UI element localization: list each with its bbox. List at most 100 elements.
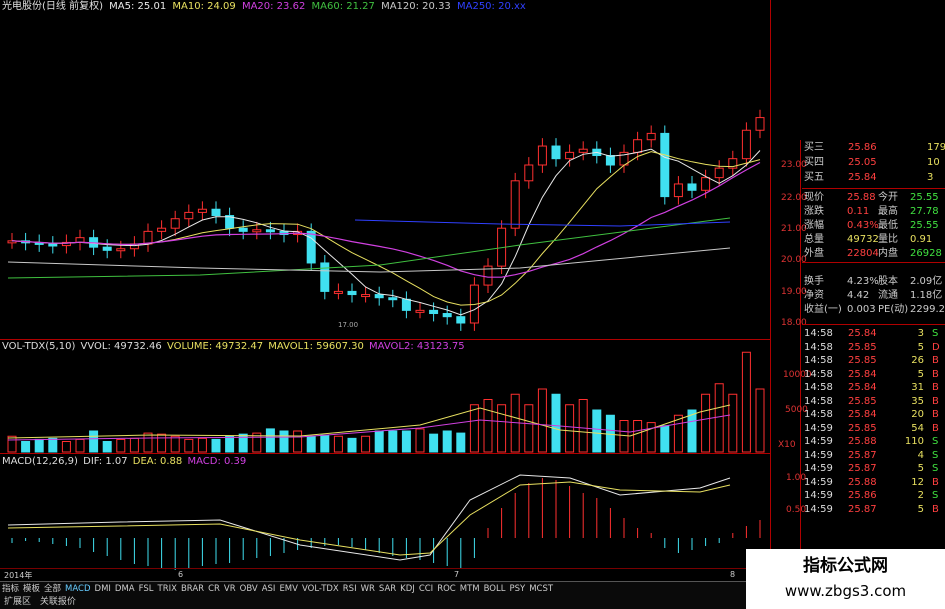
order-book-row[interactable]: 买四 25.05 10 (802, 156, 945, 170)
candle (170, 218, 180, 229)
volume-bar (714, 383, 724, 453)
indicator-tab[interactable]: OBV (238, 582, 260, 596)
candle (565, 151, 575, 160)
tick-row[interactable]: 14:59 25.88 110 S (802, 435, 945, 448)
indicator-tab[interactable]: CCI (417, 582, 435, 596)
volume-bar (238, 433, 248, 453)
quote-row: 总量 49732 量比 0.91 (802, 233, 945, 247)
indicator-tab[interactable]: CR (206, 582, 222, 596)
tick-price: 25.87 (848, 463, 877, 474)
indicator-tab[interactable]: ASI (260, 582, 278, 596)
volume-indicator-name[interactable]: VOL-TDX(5,10) (2, 341, 75, 352)
kline-chart[interactable] (0, 0, 800, 581)
tick-volume: 5 (917, 463, 924, 474)
tick-side: B (932, 368, 939, 380)
volume-bar (687, 409, 697, 453)
candle (184, 211, 194, 220)
quote-value: 25.55 (910, 192, 939, 203)
tick-price: 25.85 (848, 355, 877, 366)
tick-row[interactable]: 14:59 25.87 5 S (802, 462, 945, 475)
tick-row[interactable]: 14:59 25.86 2 S (802, 489, 945, 502)
tick-time: 14:59 (804, 449, 833, 461)
candle (755, 117, 765, 131)
tick-row[interactable]: 14:58 25.85 5 D (802, 341, 945, 354)
volume-bar (361, 435, 371, 453)
tick-time: 14:58 (804, 341, 833, 353)
volume-bar (306, 435, 316, 453)
volume-bar (170, 435, 180, 453)
candle (646, 132, 656, 141)
indicator-tab[interactable]: MACD (63, 582, 92, 596)
tick-volume: 20 (911, 409, 924, 420)
tick-side: D (932, 341, 940, 353)
quote-row: 涨跌 0.11 最高 27.78 (802, 205, 945, 219)
quote-label: PE(动) (878, 304, 909, 315)
tick-row[interactable]: 14:59 25.87 5 B (802, 503, 945, 516)
tick-row[interactable]: 14:59 25.87 4 S (802, 449, 945, 462)
tab-related-quote[interactable]: 关联报价 (40, 597, 76, 607)
tick-row[interactable]: 14:58 25.84 20 B (802, 408, 945, 421)
indicator-tab[interactable]: RSI (341, 582, 359, 596)
volume-bar (741, 351, 751, 453)
volume-bar (728, 393, 738, 453)
indicator-tab[interactable]: BRAR (179, 582, 206, 596)
tick-row[interactable]: 14:58 25.84 3 S (802, 327, 945, 340)
indicator-tab[interactable]: KDJ (398, 582, 417, 596)
volume-bar (293, 430, 303, 453)
candle (633, 139, 643, 153)
tick-row[interactable]: 14:58 25.85 35 B (802, 395, 945, 408)
tick-row[interactable]: 14:59 25.88 12 B (802, 476, 945, 489)
ma20-line (11, 161, 761, 278)
indicator-tab[interactable]: ROC (435, 582, 458, 596)
indicator-tab[interactable]: EMV (277, 582, 300, 596)
candle (442, 313, 452, 318)
volume-bar (225, 435, 235, 453)
volume-bar (524, 404, 534, 453)
tick-price: 25.84 (848, 368, 877, 380)
indicator-tab[interactable]: 全部 (42, 582, 63, 596)
indicator-tab[interactable]: 指标 (0, 582, 21, 596)
tick-volume: 110 (904, 436, 924, 447)
indicator-tab[interactable]: DMI (93, 582, 113, 596)
tick-row[interactable]: 14:58 25.84 31 B (802, 381, 945, 394)
indicator-tab[interactable]: SAR (377, 582, 398, 596)
indicator-tab[interactable]: PSY (507, 582, 527, 596)
indicator-tab[interactable]: WR (359, 582, 377, 596)
quote-row: 外盘 22804 内盘 26928 (802, 247, 945, 261)
tick-volume: 5 (917, 368, 924, 380)
indicator-tab[interactable]: 模板 (21, 582, 42, 596)
indicator-tab[interactable]: MTM (458, 582, 482, 596)
indicator-tab[interactable]: DMA (113, 582, 137, 596)
tab-extension[interactable]: 扩展区 (4, 597, 31, 607)
quote-value: 27.78 (910, 206, 939, 217)
quote-row: 收益(一) 0.003 PE(动) 2299.2 (802, 303, 945, 317)
tick-row[interactable]: 14:59 25.85 54 B (802, 422, 945, 435)
tick-side: B (932, 476, 939, 488)
indicator-tab[interactable]: VR (222, 582, 238, 596)
month-label: 8 (730, 570, 736, 579)
candle (333, 290, 343, 294)
macd-indicator-name[interactable]: MACD(12,26,9) (2, 456, 78, 467)
tick-row[interactable]: 14:58 25.84 5 B (802, 368, 945, 381)
quote-row: 现价 25.88 今开 25.55 (802, 191, 945, 205)
indicator-tab[interactable]: MCST (527, 582, 555, 596)
candle (673, 183, 683, 198)
indicator-tab[interactable]: BOLL (482, 582, 508, 596)
order-book-row[interactable]: 买三 25.86 179 (802, 141, 945, 155)
tick-time: 14:59 (804, 422, 833, 434)
candle (361, 294, 371, 298)
indicator-tab[interactable]: VOL-TDX (300, 582, 341, 596)
tick-row[interactable]: 14:58 25.85 26 B (802, 354, 945, 367)
indicator-tab[interactable]: TRIX (156, 582, 179, 596)
volume-bar (265, 428, 275, 453)
quote-value: 2299.2 (910, 304, 945, 315)
candle (415, 309, 425, 313)
order-book-row[interactable]: 买五 25.84 3 (802, 171, 945, 185)
quote-stats: 现价 25.88 今开 25.55 涨跌 0.11 最高 27.78 涨幅 0.43% 最低 25.5… (802, 191, 945, 315)
candle (510, 180, 520, 229)
ma120-line (7, 247, 731, 273)
candle (102, 246, 112, 251)
indicator-tab[interactable]: FSL (137, 582, 156, 596)
order-book: 买三 25.86 179 买四 25.05 10 买五 25.84 3 (802, 141, 945, 186)
quote-label: 最低 (878, 220, 898, 231)
